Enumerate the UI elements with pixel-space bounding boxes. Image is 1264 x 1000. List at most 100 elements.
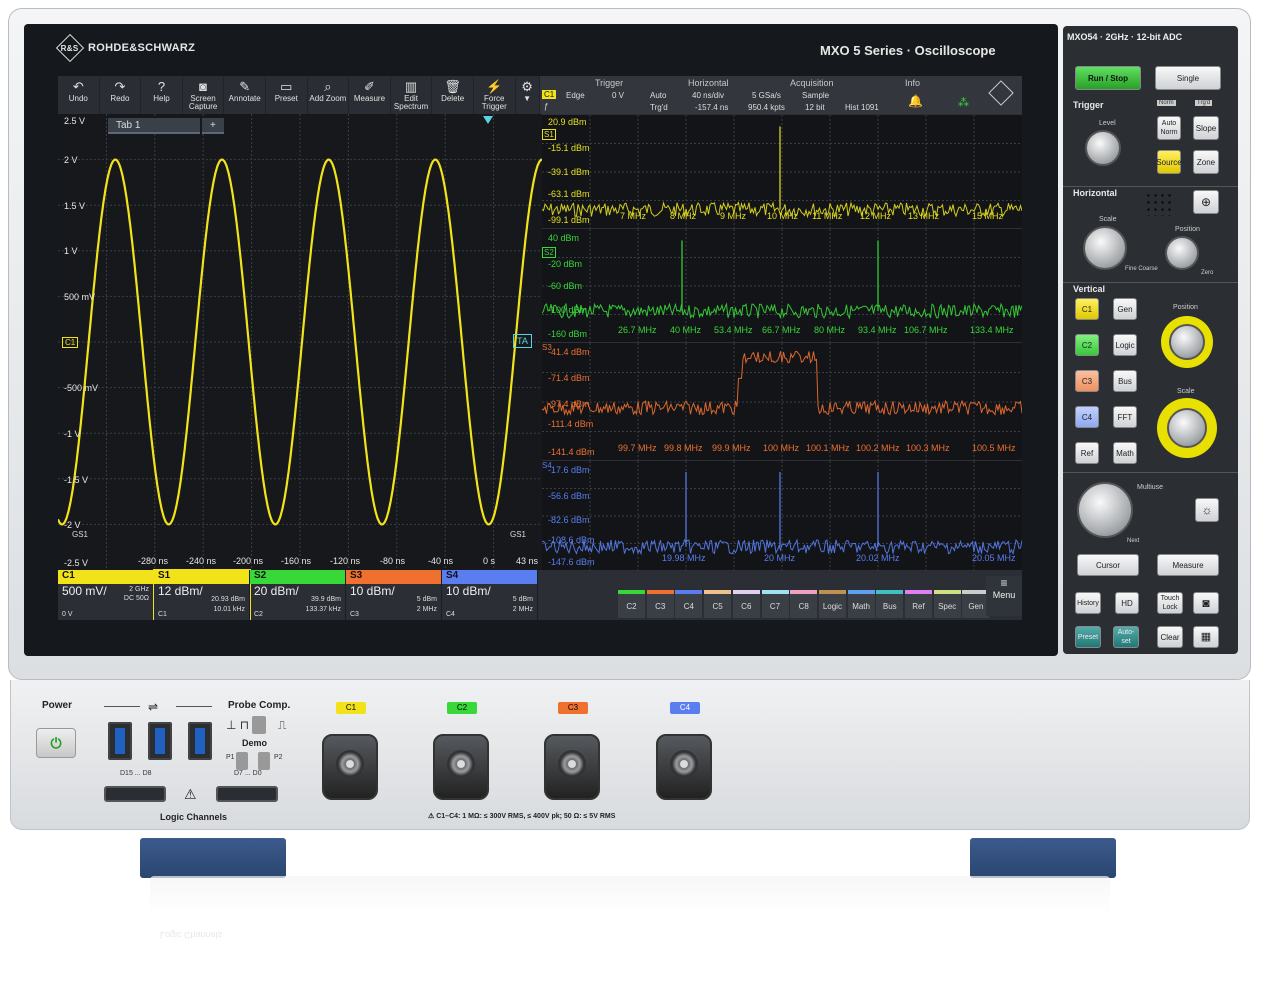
logic-button[interactable]: Logic xyxy=(1113,334,1137,356)
s3-marker[interactable]: S3 xyxy=(542,343,552,352)
magnifier-icon: ⊕ xyxy=(1200,194,1212,209)
single-button[interactable]: Single xyxy=(1155,66,1221,90)
time-domain-plot[interactable]: Tab 1 + 2.5 V 2 V 1.5 V 1 V 500 mV -500 … xyxy=(58,114,543,570)
vertical-scale-knob[interactable] xyxy=(1167,408,1207,448)
source-button-logic[interactable]: Logic xyxy=(818,590,846,618)
usb-port-3[interactable] xyxy=(188,722,212,760)
tab-1[interactable]: Tab 1 xyxy=(108,118,200,134)
usb-port-2[interactable] xyxy=(148,722,172,760)
source-button-c7[interactable]: C7 xyxy=(761,590,789,618)
demo-terminal-p2[interactable] xyxy=(258,752,270,770)
s1-marker[interactable]: S1 xyxy=(542,129,556,140)
gen-button[interactable]: Gen xyxy=(1113,298,1137,320)
clear-button[interactable]: Clear xyxy=(1157,626,1183,648)
source-button-ref[interactable]: Ref xyxy=(905,590,932,618)
source-button-spec[interactable]: Spec xyxy=(933,590,961,618)
source-button-math[interactable]: Math xyxy=(847,590,875,618)
trigger-position-marker[interactable] xyxy=(483,116,493,124)
s2-marker[interactable]: S2 xyxy=(542,247,556,258)
c1-offset-marker[interactable]: C1 xyxy=(62,337,79,348)
c2-button[interactable]: C2 xyxy=(1075,334,1099,356)
source-button-bus[interactable]: Bus xyxy=(876,590,904,618)
demo-terminal-p1[interactable] xyxy=(236,752,248,770)
spectrum-s4[interactable]: -17.6 dBm -56.6 dBm -82.6 dBm -108.6 dBm… xyxy=(541,460,1022,571)
c4-button[interactable]: C4 xyxy=(1075,406,1099,428)
square-wave-icon: ⎍ xyxy=(278,718,287,732)
preset-button[interactable]: ▭ Preset xyxy=(266,76,308,114)
help-button[interactable]: ? Help xyxy=(141,76,183,114)
trigger-type: Edge xyxy=(566,91,585,100)
measure-key[interactable]: Measure xyxy=(1157,554,1219,576)
freq-label: 20.02 MHz xyxy=(856,553,900,563)
bnc-input-c4[interactable] xyxy=(656,734,712,800)
multiuse-knob[interactable] xyxy=(1077,482,1133,538)
source-button-c4[interactable]: C4 xyxy=(675,590,703,618)
run-stop-button[interactable]: Run / Stop xyxy=(1075,66,1141,90)
zoom-button[interactable]: ⊕ xyxy=(1193,190,1219,214)
annotate-button[interactable]: ✎ Annotate xyxy=(224,76,266,114)
add-tab-button[interactable]: + xyxy=(202,118,224,134)
channel-s4-box[interactable]: S4 10 dBm/ 5 dBm 2 MHz C4 xyxy=(442,570,538,620)
screenshot-button[interactable]: ◙ xyxy=(1193,592,1219,614)
source-button-c8[interactable]: C8 xyxy=(790,590,818,618)
spectrum-s1[interactable]: 20.9 dBm -15.1 dBm -39.1 dBm -63.1 dBm -… xyxy=(541,114,1022,229)
source-button[interactable]: Source xyxy=(1156,150,1182,174)
freq-label: 15 MHz xyxy=(972,211,1004,221)
force-trigger-button[interactable]: ⚡ Force Trigger xyxy=(474,76,516,114)
freq-label: 7 MHz xyxy=(620,211,647,221)
channel-s3-box[interactable]: S3 10 dBm/ 5 dBm 2 MHz C3 xyxy=(346,570,442,620)
source-button-c6[interactable]: C6 xyxy=(732,590,760,618)
channel-s1-box[interactable]: S1 12 dBm/ 20.93 dBm 10.01 kHz C1 xyxy=(153,569,251,620)
add-zoom-button[interactable]: ⌕ Add Zoom xyxy=(308,76,350,114)
source-button-c2[interactable]: C2 xyxy=(618,590,645,618)
vertical-position-knob[interactable] xyxy=(1169,324,1205,360)
power-button[interactable]: ⏻ xyxy=(36,728,76,758)
usb-port-1[interactable] xyxy=(108,722,132,760)
measure-button[interactable]: ✐ Measure xyxy=(349,76,391,114)
preset-key[interactable]: Preset xyxy=(1075,626,1101,648)
brightness-button[interactable]: ☼ xyxy=(1195,498,1219,522)
bnc-input-c2[interactable] xyxy=(433,734,489,800)
touchscreen[interactable]: ↶ Undo ↷ Redo ? Help ◙ Screen Capture ✎ Annot… xyxy=(58,76,1022,620)
bnc-input-c3[interactable] xyxy=(544,734,600,800)
fft-button[interactable]: FFT xyxy=(1113,406,1137,428)
undo-button[interactable]: ↶ Undo xyxy=(58,76,100,114)
edit-spectrum-button[interactable]: ▥ Edit Spectrum xyxy=(391,76,433,114)
c3-button[interactable]: C3 xyxy=(1075,370,1099,392)
trigger-level-knob[interactable] xyxy=(1085,130,1121,166)
logic-port-2[interactable] xyxy=(216,786,278,802)
channel-s2-box[interactable]: S2 20 dBm/ 39.9 dBm 133.37 kHz C2 xyxy=(250,570,346,620)
probe-comp-terminal[interactable] xyxy=(252,716,266,734)
bus-button[interactable]: Bus xyxy=(1113,370,1137,392)
source-button-c3[interactable]: C3 xyxy=(646,590,674,618)
menu-button[interactable]: ≡ Menu xyxy=(986,576,1022,616)
spectrum-s3[interactable]: -41.4 dBm -71.4 dBm -97.4 dBm -111.4 dBm… xyxy=(541,342,1022,461)
auto-norm-button[interactable]: Auto Norm xyxy=(1157,116,1181,140)
zone-button[interactable]: Zone xyxy=(1193,150,1219,174)
settings-button[interactable]: ⚙ ▼ xyxy=(516,76,540,114)
d7-d0-label: D7 ... D0 xyxy=(234,770,262,777)
delete-button[interactable]: 🗑 Delete xyxy=(432,76,474,114)
redo-button[interactable]: ↷ Redo xyxy=(100,76,142,114)
bnc-input-c1[interactable] xyxy=(322,734,378,800)
math-button[interactable]: Math xyxy=(1113,442,1137,464)
apps-button[interactable]: ▦ xyxy=(1193,626,1219,648)
trigger-ta-marker[interactable]: TA xyxy=(513,334,532,348)
logic-port-1[interactable] xyxy=(104,786,166,802)
ref-button[interactable]: Ref xyxy=(1075,442,1099,464)
hd-button[interactable]: HD xyxy=(1115,592,1139,614)
history-button[interactable]: History xyxy=(1075,592,1101,614)
spectrum-s2[interactable]: 40 dBm -20 dBm -60 dBm -100 dBm -160 dBm… xyxy=(541,228,1022,343)
horizontal-scale-knob[interactable] xyxy=(1083,226,1127,270)
cursor-button[interactable]: Cursor xyxy=(1077,554,1139,576)
autoset-key[interactable]: Auto-set xyxy=(1113,626,1139,648)
s4-marker[interactable]: S4 xyxy=(542,461,552,470)
channel-c1-box[interactable]: C1 500 mV/ 2 GHz DC 50Ω 0 V xyxy=(58,570,154,620)
info-bar[interactable]: Trigger C1 Edge 0 V Auto Trg'd ƒ Horizon… xyxy=(540,76,1022,114)
screen-capture-button[interactable]: ◙ Screen Capture xyxy=(183,76,225,114)
horizontal-position-knob[interactable] xyxy=(1165,236,1199,270)
c1-button[interactable]: C1 xyxy=(1075,298,1099,320)
touch-lock-button[interactable]: Touch Lock xyxy=(1157,592,1183,614)
source-button-c5[interactable]: C5 xyxy=(704,590,732,618)
slope-button[interactable]: Slope xyxy=(1193,116,1219,140)
